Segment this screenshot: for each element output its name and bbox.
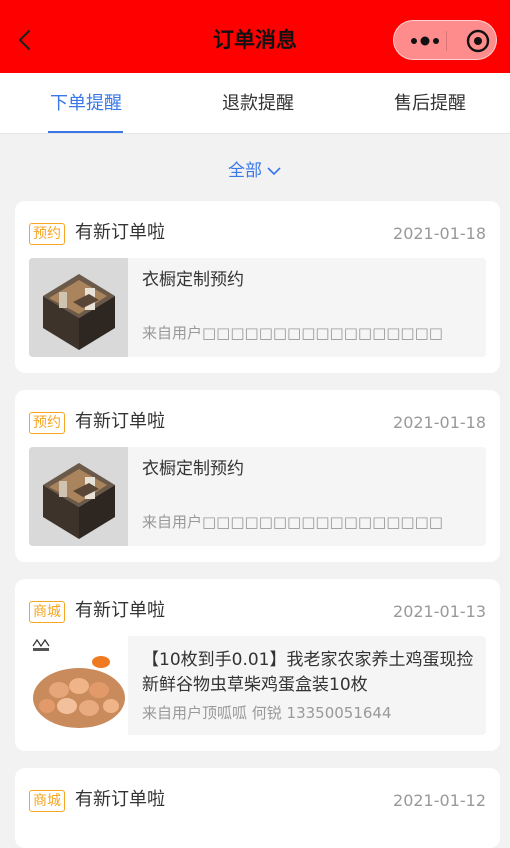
order-card[interactable]: 预约 有新订单啦 2021-01-18 衣橱定制预约 来自用户□□□□□□□□□… [15,201,500,373]
chevron-down-icon [262,161,282,181]
order-source: 来自用户顶呱呱 何锐 13350051644 [142,704,392,722]
wardrobe-room-thumbnail [29,258,128,357]
filter-dropdown[interactable]: 全部 [0,156,510,181]
order-source: 来自用户□□□□□□□□□□□□□□□□□ [142,324,443,342]
target-icon[interactable] [466,29,490,53]
order-product[interactable]: 衣橱定制预约 来自用户□□□□□□□□□□□□□□□□□ [29,447,486,546]
order-type-badge: 商城 [29,790,65,812]
active-tab-indicator [48,131,123,133]
tab-order-reminder[interactable]: 下单提醒 [36,73,136,133]
tab-refund-reminder[interactable]: 退款提醒 [208,73,308,133]
order-source: 来自用户□□□□□□□□□□□□□□□□□ [142,513,443,531]
tab-bar: 下单提醒 退款提醒 售后提醒 [0,73,510,134]
capsule-divider [446,31,447,51]
order-card[interactable]: 预约 有新订单啦 2021-01-18 衣橱定制预约 来自用户□□□□□□□□□… [15,390,500,562]
product-name: 【10枚到手0.01】我老家农家养土鸡蛋现捡新鲜谷物虫草柴鸡蛋盒装10枚 [142,650,474,695]
tab-aftersale-reminder[interactable]: 售后提醒 [380,73,480,133]
order-title: 有新订单啦 [75,222,165,243]
order-product[interactable]: 衣橱定制预约 来自用户□□□□□□□□□□□□□□□□□ [29,258,486,357]
filter-label: 全部 [228,161,262,181]
more-dots-icon[interactable] [408,31,442,51]
order-date: 2021-01-13 [393,602,486,621]
product-name: 衣橱定制预约 [142,270,244,290]
order-title: 有新订单啦 [75,411,165,432]
order-date: 2021-01-18 [393,413,486,432]
mini-program-capsule [393,20,497,60]
order-type-badge: 预约 [29,223,65,245]
order-card[interactable]: 商城 有新订单啦 2021-01-12 [15,768,500,848]
wardrobe-room-thumbnail [29,447,128,546]
order-type-badge: 商城 [29,601,65,623]
order-date: 2021-01-12 [393,791,486,810]
order-date: 2021-01-18 [393,224,486,243]
order-type-badge: 预约 [29,412,65,434]
order-card[interactable]: 商城 有新订单啦 2021-01-13 【10枚到手0.01】我老家农家养土鸡蛋… [15,579,500,751]
nav-header: 订单消息 [0,0,510,73]
order-title: 有新订单啦 [75,600,165,621]
order-product[interactable]: 【10枚到手0.01】我老家农家养土鸡蛋现捡新鲜谷物虫草柴鸡蛋盒装10枚 来自用… [29,636,486,735]
eggs-thumbnail [29,636,128,735]
order-title: 有新订单啦 [75,789,165,810]
product-name: 衣橱定制预约 [142,459,244,479]
